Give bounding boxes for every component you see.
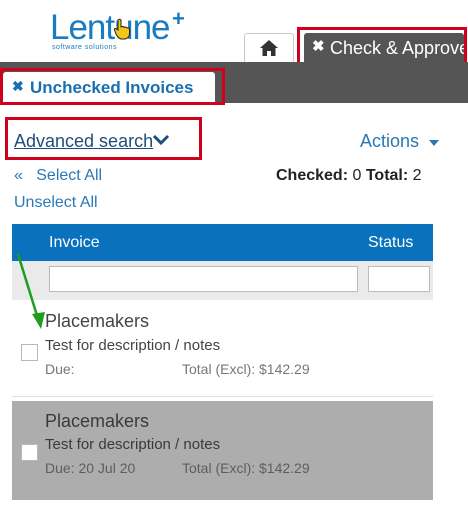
total-label: Total: [365, 167, 409, 184]
invoice-filter-input[interactable] [49, 266, 358, 292]
hand-cursor-icon [113, 18, 130, 40]
home-icon [260, 40, 278, 56]
checked-label: Checked: [276, 167, 349, 184]
advanced-search-link[interactable]: Advanced search [14, 131, 153, 152]
checked-total-summary: Checked: 0 Total: 2 [276, 167, 422, 185]
caret-down-icon[interactable] [429, 140, 439, 146]
due-label: Due: [45, 361, 75, 377]
total-excl-value: $142.29 [259, 361, 310, 377]
total-count: 2 [412, 167, 422, 184]
unselect-all-link[interactable]: Unselect All [14, 194, 98, 212]
close-icon[interactable]: ✖ [12, 78, 24, 95]
actions-dropdown[interactable]: Actions [360, 131, 419, 152]
tab-unchecked-invoices[interactable]: ✖ Unchecked Invoices [3, 72, 215, 103]
row-checkbox[interactable] [21, 344, 38, 361]
chevron-down-icon[interactable] [152, 133, 170, 147]
table-row[interactable]: Placemakers Test for description / notes… [12, 300, 433, 397]
due-date: Due: 20 Jul 20 [45, 460, 135, 476]
total-excl-label: Total (Excl): [182, 460, 256, 476]
tab-check-approve-label: Check & Approve [330, 38, 468, 58]
tab-check-approve[interactable]: ✖ Check & Approve [304, 33, 468, 62]
total-excl-label: Total (Excl): [182, 361, 256, 377]
invoice-description: Test for description / notes [45, 337, 221, 354]
brand-tagline: software solutions [52, 44, 118, 51]
checked-count: 0 [352, 167, 362, 184]
brand-logo: Lentune [50, 8, 171, 47]
column-header-status[interactable]: Status [368, 234, 413, 252]
table-header: Invoice Status [12, 224, 433, 261]
annotation-arrow-icon [16, 253, 45, 329]
invoice-total: Total (Excl): $142.29 [182, 460, 310, 476]
double-chevron-left-icon: « [14, 167, 23, 184]
tab-unchecked-invoices-label: Unchecked Invoices [30, 78, 194, 97]
supplier-name: Placemakers [45, 311, 150, 331]
select-all-link[interactable]: « Select All [14, 167, 102, 185]
column-header-invoice[interactable]: Invoice [49, 234, 100, 252]
status-filter-input[interactable] [368, 266, 430, 292]
select-all-label: Select All [36, 167, 103, 184]
due-date-value: 20 Jul 20 [78, 460, 136, 476]
row-checkbox[interactable] [21, 444, 38, 461]
table-row[interactable]: Placemakers Test for description / notes… [12, 401, 433, 500]
close-icon[interactable]: ✖ [312, 37, 325, 55]
due-label: Due: [45, 460, 75, 476]
brand-logo-plus: + [172, 6, 185, 31]
tab-home[interactable] [244, 33, 294, 63]
invoice-description: Test for description / notes [45, 436, 221, 453]
supplier-name: Placemakers [45, 411, 150, 431]
invoice-total: Total (Excl): $142.29 [182, 361, 310, 377]
filter-row [12, 261, 433, 300]
total-excl-value: $142.29 [259, 460, 310, 476]
